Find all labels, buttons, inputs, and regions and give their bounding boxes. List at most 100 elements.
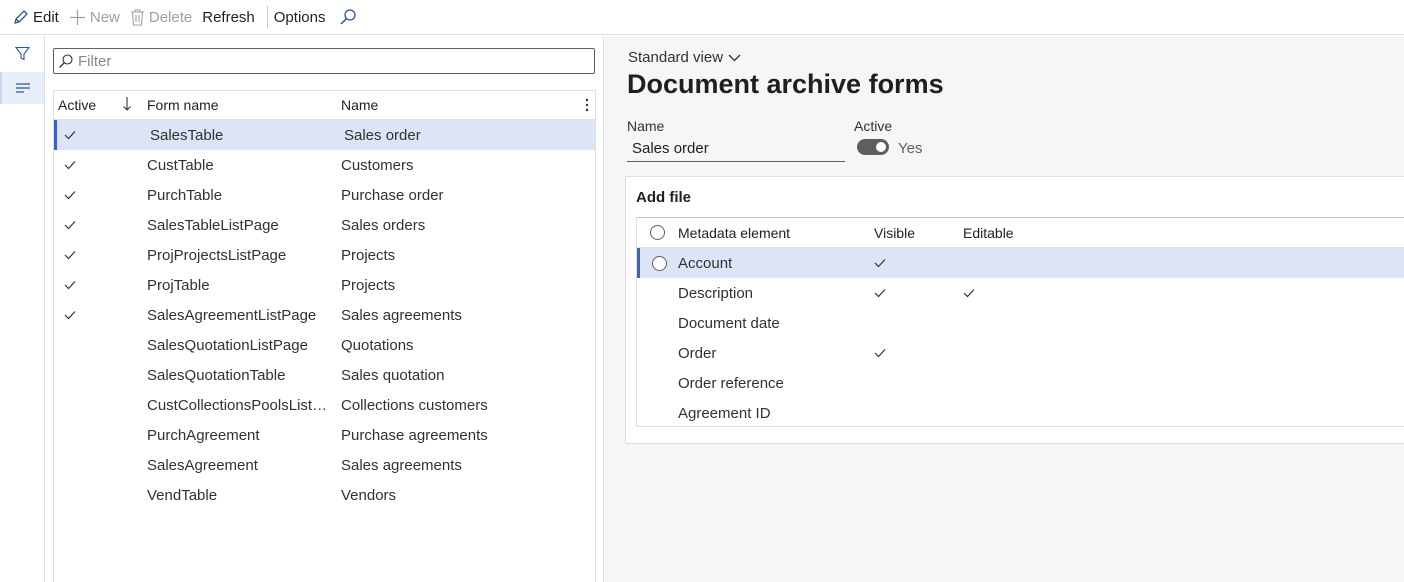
check-icon (874, 348, 886, 357)
sort-descending-icon (123, 97, 131, 111)
table-row[interactable]: Account (637, 248, 1404, 278)
table-row[interactable]: CustCollectionsPoolsListPage Collections … (54, 390, 595, 420)
page-title: Document archive forms (627, 69, 944, 99)
table-row[interactable]: SalesTable Sales order (54, 120, 595, 150)
form-name-cell: SalesTableListPage (147, 216, 279, 234)
metadata-element-cell: Agreement ID (678, 404, 771, 422)
form-name-cell: CustCollectionsPoolsListPage (147, 396, 341, 414)
active-cell[interactable] (54, 280, 147, 290)
table-row[interactable]: SalesQuotationListPage Quotations (54, 330, 595, 360)
check-icon (64, 161, 76, 170)
visible-cell[interactable] (870, 255, 959, 272)
table-row[interactable]: SalesQuotationTable Sales quotation (54, 360, 595, 390)
add-file-fasttab: Add file Metadata element Visible Editab… (625, 176, 1404, 444)
toggle-knob (876, 142, 886, 152)
name-field[interactable]: Sales order (627, 138, 845, 162)
visible-cell[interactable] (870, 285, 959, 302)
delete-button[interactable]: Delete (128, 0, 200, 35)
new-label: New (89, 8, 120, 26)
table-row[interactable]: ProjProjectsListPage Projects (54, 240, 595, 270)
check-icon (874, 288, 886, 297)
view-selector[interactable]: Standard view (628, 49, 741, 66)
metadata-grid: Metadata element Visible Editable Accoun… (636, 217, 1404, 427)
options-label: Options (273, 8, 326, 26)
active-cell[interactable] (54, 310, 147, 320)
active-cell[interactable] (57, 130, 150, 140)
table-row[interactable]: Order reference (637, 368, 1404, 398)
form-name-cell: SalesAgreementListPage (147, 306, 317, 324)
active-toggle-value: Yes (898, 140, 923, 157)
form-name-cell: PurchTable (147, 186, 223, 204)
name-cell: Quotations (341, 336, 414, 354)
active-cell[interactable] (54, 190, 147, 200)
name-cell: Purchase agreements (341, 426, 488, 444)
active-cell[interactable] (54, 160, 147, 170)
row-select-radio[interactable] (651, 255, 667, 271)
grid-header: Active Form name Name (54, 91, 595, 120)
options-button[interactable]: Options (272, 0, 334, 35)
check-icon (64, 281, 76, 290)
column-header-form-name[interactable]: Form name (147, 97, 341, 113)
column-header-editable[interactable]: Editable (959, 225, 1059, 241)
metadata-element-cell: Document date (678, 314, 780, 332)
filter-input[interactable] (78, 52, 578, 70)
table-row[interactable]: SalesAgreementListPage Sales agreements (54, 300, 595, 330)
check-icon (64, 251, 76, 260)
table-row[interactable]: SalesTableListPage Sales orders (54, 210, 595, 240)
table-row[interactable]: PurchTable Purchase order (54, 180, 595, 210)
forms-grid: Active Form name Name SalesTable Sales or… (53, 90, 596, 582)
edit-label: Edit (33, 8, 59, 26)
select-all-cell[interactable] (637, 225, 678, 240)
metadata-grid-header: Metadata element Visible Editable (637, 218, 1404, 248)
active-toggle[interactable] (857, 139, 889, 155)
form-name-cell: PurchAgreement (147, 426, 260, 444)
filter-pane-button[interactable] (0, 36, 44, 70)
column-header-active[interactable]: Active (54, 97, 147, 113)
table-row[interactable]: ProjTable Projects (54, 270, 595, 300)
fasttab-title[interactable]: Add file (636, 189, 691, 206)
grid-body: SalesTable Sales order CustTable Customers P… (54, 120, 595, 510)
search-icon (59, 54, 73, 68)
table-row[interactable]: Document date (637, 308, 1404, 338)
edit-button[interactable]: Edit (10, 0, 67, 35)
active-cell[interactable] (54, 220, 147, 230)
form-name-cell: ProjProjectsListPage (147, 246, 287, 264)
table-row[interactable]: Agreement ID (637, 398, 1404, 428)
search-button[interactable] (333, 0, 369, 35)
refresh-button[interactable]: Refresh (200, 0, 263, 35)
editable-cell[interactable] (959, 285, 1059, 302)
search-icon (340, 9, 357, 25)
name-cell: Vendors (341, 486, 397, 504)
action-separator (266, 6, 268, 28)
table-row[interactable]: Description (637, 278, 1404, 308)
active-cell[interactable] (54, 250, 147, 260)
metadata-element-cell: Description (678, 284, 754, 302)
form-name-cell: ProjTable (147, 276, 210, 294)
active-field-label: Active (854, 118, 893, 134)
table-row[interactable]: PurchAgreement Purchase agreements (54, 420, 595, 450)
table-row[interactable]: VendTable Vendors (54, 480, 595, 510)
table-row[interactable]: Order (637, 338, 1404, 368)
metadata-element-cell: Order (678, 344, 717, 362)
view-selector-label: Standard view (628, 49, 724, 66)
visible-cell[interactable] (870, 345, 959, 362)
column-header-visible[interactable]: Visible (870, 225, 959, 241)
column-header-name[interactable]: Name (341, 97, 571, 113)
table-row[interactable]: SalesAgreement Sales agreements (54, 450, 595, 480)
row-select-cell[interactable] (640, 255, 678, 271)
list-toggle-button[interactable] (0, 72, 44, 104)
name-cell: Customers (341, 156, 414, 174)
name-cell: Sales agreements (341, 456, 462, 474)
more-options-icon[interactable] (585, 98, 589, 112)
table-row[interactable]: CustTable Customers (54, 150, 595, 180)
form-name-cell: VendTable (147, 486, 218, 504)
detail-panel: Standard view Document archive forms Nam… (605, 36, 1404, 582)
new-button[interactable]: New (67, 0, 128, 35)
funnel-icon (14, 46, 30, 60)
column-header-metadata-element[interactable]: Metadata element (678, 225, 870, 241)
name-cell: Sales orders (341, 216, 426, 234)
name-cell: Projects (341, 276, 396, 294)
check-icon (963, 288, 975, 297)
select-all-radio[interactable] (650, 225, 665, 240)
filter-box[interactable] (53, 48, 595, 74)
